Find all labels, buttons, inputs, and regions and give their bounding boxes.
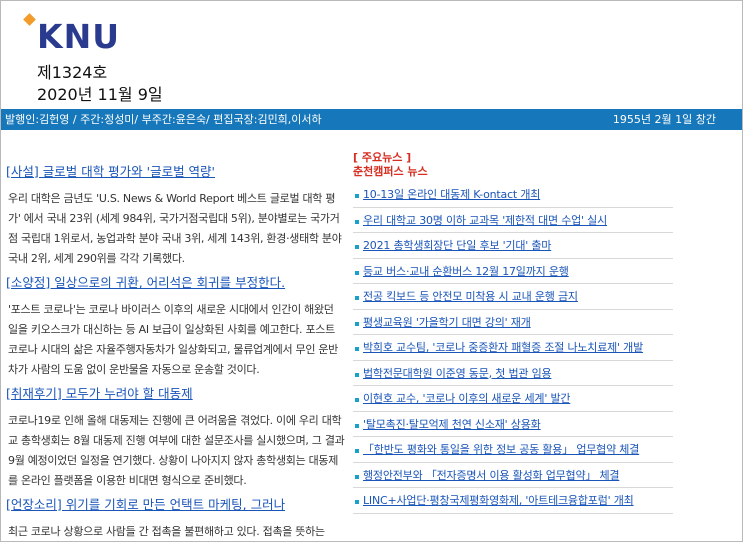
news-link[interactable]: 전공 킥보드 등 안전모 미착용 시 교내 운행 금지 (363, 284, 578, 309)
bullet-icon (355, 372, 359, 377)
news-link[interactable]: LINC+사업단·평창국제평화영화제, '아트테크융합포럼' 개최 (363, 488, 634, 513)
bullet-icon (355, 347, 359, 351)
staff-bar: 발행인:김헌영 / 주간:정성미/ 부주간:윤은숙/ 편집국장:김민희,이서하 … (1, 109, 742, 130)
list-item: 행정안전부와 「전자증명서 이용 활성화 업무협약」 체결 (353, 463, 673, 488)
bullet-icon (355, 449, 359, 453)
bullet-icon (355, 245, 359, 249)
news-link[interactable]: 평생교육원 '가을학기 대면 강의' 재개 (363, 310, 531, 335)
article-title-link[interactable]: [소양정] 일상으로의 귀환, 어리석은 회귀를 부정한다. (6, 274, 346, 291)
news-link[interactable]: 우리 대학교 30명 이하 교과목 '제한적 대면 수업' 실시 (363, 208, 607, 233)
article-summary: '포스트 코로나'는 코로나 바이러스 이후의 새로운 시대에서 인간이 해왔던… (8, 303, 338, 376)
main-news-heading: [ 주요뉴스 ] (353, 151, 412, 164)
news-link[interactable]: 등교 버스·교내 순환버스 12월 17일까지 운행 (363, 259, 569, 284)
news-link[interactable]: 행정안전부와 「전자증명서 이용 활성화 업무협약」 체결 (363, 463, 620, 488)
bullet-icon (355, 423, 359, 428)
issue-date: 2020년 11월 9일 (37, 85, 163, 104)
list-item: 우리 대학교 30명 이하 교과목 '제한적 대면 수업' 실시 (353, 208, 673, 233)
article-title-link[interactable]: [사설] 글로벌 대학 평가와 '글로벌 역량' (6, 163, 346, 180)
opinion-column: [사설] 글로벌 대학 평가와 '글로벌 역량' 우리 대학은 금년도 'U.S… (6, 163, 346, 541)
list-item: 10-13일 온라인 대동제 K-ontact 개최 (353, 182, 673, 208)
news-link[interactable]: 2021 총학생회장단 단일 후보 '기대' 출마 (363, 233, 551, 258)
list-item: 「한반도 평화와 통일을 위한 정보 공동 활용」 업무협약 체결 (353, 437, 673, 463)
article-editorial: [사설] 글로벌 대학 평가와 '글로벌 역량' 우리 대학은 금년도 'U.S… (6, 163, 346, 269)
article-title-link[interactable]: [언장소리] 위기를 기회로 만든 언택트 마케팅, 그러나 (6, 496, 346, 513)
bullet-icon (355, 500, 359, 504)
news-link[interactable]: 법학전문대학원 이준영 동문, 첫 법관 임용 (363, 361, 552, 386)
article-summary: 우리 대학은 금년도 'U.S. News & World Report 베스트… (8, 192, 342, 265)
bullet-icon (355, 219, 359, 224)
main-news-panel: [ 주요뉴스 ] 춘천캠퍼스 뉴스 10-13일 온라인 대동제 K-ontac… (353, 151, 673, 514)
list-item: 법학전문대학원 이준영 동문, 첫 법관 임용 (353, 361, 673, 386)
article-soyangjeong: [소양정] 일상으로의 귀환, 어리석은 회귀를 부정한다. '포스트 코로나'… (6, 274, 346, 380)
list-item: LINC+사업단·평창국제평화영화제, '아트테크융합포럼' 개최 (353, 488, 673, 514)
list-item: '탈모촉진·탈모억제 천연 신소재' 상용화 (353, 412, 673, 437)
news-link[interactable]: 이현호 교수, '코로나 이후의 새로운 세계' 발간 (363, 386, 570, 411)
news-link[interactable]: 10-13일 온라인 대동제 K-ontact 개최 (363, 182, 540, 207)
article-title-link[interactable]: [취재후기] 모두가 누려야 할 대동제 (6, 385, 346, 402)
staff-credits: 발행인:김헌영 / 주간:정성미/ 부주간:윤은숙/ 편집국장:김민희,이서하 (5, 113, 322, 126)
bullet-icon (355, 474, 359, 479)
news-link[interactable]: '탈모촉진·탈모억제 천연 신소재' 상용화 (363, 412, 541, 437)
news-link[interactable]: 박희호 교수팀, '코로나 중증환자 패혈증 조절 나노치료제' 개발 (363, 335, 643, 360)
list-item: 2021 총학생회장단 단일 후보 '기대' 출마 (353, 233, 673, 259)
list-item: 등교 버스·교내 순환버스 12월 17일까지 운행 (353, 259, 673, 284)
news-link[interactable]: 「한반도 평화와 통일을 위한 정보 공동 활용」 업무협약 체결 (363, 437, 639, 462)
article-media-voice: [언장소리] 위기를 기회로 만든 언택트 마케팅, 그러나 최근 코로나 상황… (6, 496, 346, 541)
bullet-icon (355, 194, 359, 198)
logo-accent-diamond (23, 13, 36, 26)
news-list: 10-13일 온라인 대동제 K-ontact 개최 우리 대학교 30명 이하… (353, 182, 673, 514)
bullet-icon (355, 270, 359, 275)
list-item: 이현호 교수, '코로나 이후의 새로운 세계' 발간 (353, 386, 673, 412)
list-item: 평생교육원 '가을학기 대면 강의' 재개 (353, 310, 673, 335)
bullet-icon (355, 321, 359, 326)
logo-text: KNU (37, 17, 120, 56)
campus-news-subheading: 춘천캠퍼스 뉴스 (353, 165, 428, 178)
issue-number: 제1324호 (37, 63, 108, 82)
article-reporter-note: [취재후기] 모두가 누려야 할 대동제 코로나19로 인해 올해 대동제는 진… (6, 385, 346, 491)
article-summary: 코로나19로 인해 올해 대동제는 진행에 큰 어려움을 겪었다. 이에 우리 … (8, 414, 345, 487)
bullet-icon (355, 398, 359, 402)
bullet-icon (355, 296, 359, 300)
list-item: 전공 킥보드 등 안전모 미착용 시 교내 운행 금지 (353, 284, 673, 310)
newspaper-page: KNU 제1324호 2020년 11월 9일 발행인:김헌영 / 주간:정성미… (0, 0, 743, 542)
article-summary: 최근 코로나 상황으로 사람들 간 접촉을 불편해하고 있다. 접촉을 뜻하는 … (8, 525, 325, 538)
list-item: 박희호 교수팀, '코로나 중증환자 패혈증 조절 나노치료제' 개발 (353, 335, 673, 361)
founded-date: 1955년 2월 1일 창간 (612, 113, 716, 126)
knu-logo: KNU (23, 13, 143, 56)
